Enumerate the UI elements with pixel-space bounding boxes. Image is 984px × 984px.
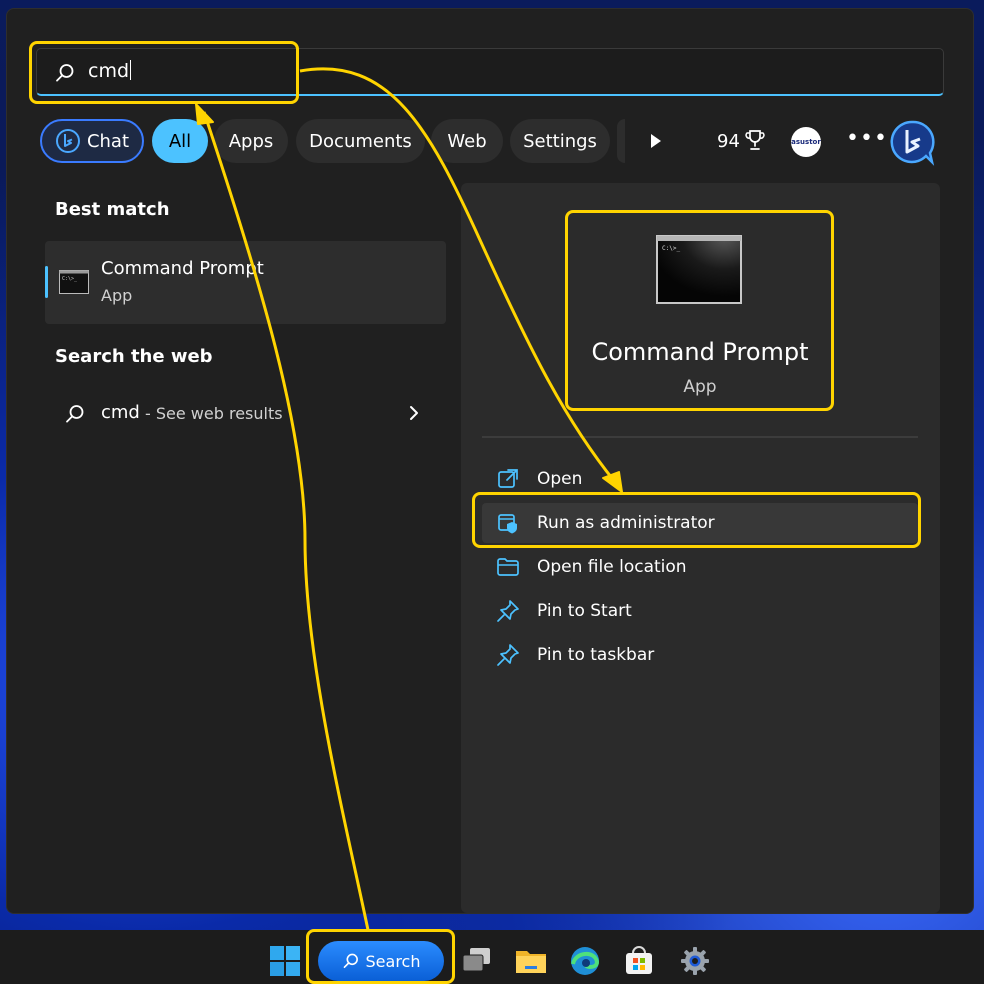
detail-app-name: Command Prompt	[591, 338, 809, 366]
svg-text:C:\>_: C:\>_	[662, 245, 680, 252]
task-view-icon[interactable]	[460, 944, 494, 978]
best-match-heading: Best match	[55, 199, 170, 220]
avatar[interactable]: asustor	[791, 127, 821, 157]
search-query-text[interactable]: cmd	[88, 60, 132, 82]
tab-overflow[interactable]	[617, 119, 625, 163]
chevron-right-icon[interactable]	[406, 404, 422, 422]
microsoft-store-icon[interactable]	[622, 944, 656, 978]
bing-chat-icon	[55, 129, 80, 153]
selection-indicator	[45, 266, 48, 298]
tab-all[interactable]: All	[152, 119, 208, 163]
settings-gear-icon[interactable]	[678, 944, 712, 978]
search-icon	[343, 953, 358, 969]
best-match-name: Command Prompt	[101, 258, 264, 279]
command-prompt-icon: C:\>_	[59, 270, 89, 294]
tab-web-label: Web	[447, 130, 487, 152]
tab-documents[interactable]: Documents	[296, 119, 425, 163]
pin-icon	[497, 600, 519, 622]
shield-admin-icon	[498, 514, 517, 534]
action-pin-to-start-label: Pin to Start	[537, 601, 632, 621]
tab-settings-label: Settings	[523, 130, 597, 152]
best-match-type: App	[101, 286, 133, 305]
trophy-icon[interactable]	[744, 128, 766, 152]
action-open-file-location-label: Open file location	[537, 557, 687, 577]
web-search-suffix: - See web results	[145, 404, 283, 423]
taskbar-search-label: Search	[365, 951, 421, 971]
rewards-points[interactable]: 94	[717, 131, 740, 152]
detail-app-type: App	[683, 377, 717, 397]
search-the-web-heading: Search the web	[55, 346, 213, 367]
search-input[interactable]	[36, 48, 944, 96]
tab-apps[interactable]: Apps	[214, 119, 288, 163]
action-run-as-administrator-label: Run as administrator	[537, 513, 715, 533]
tab-chat-label: Chat	[86, 130, 130, 152]
tab-settings[interactable]: Settings	[510, 119, 610, 163]
windows-start-icon[interactable]	[270, 946, 300, 976]
tab-web[interactable]: Web	[431, 119, 503, 163]
open-external-icon	[498, 469, 518, 488]
best-match-item[interactable]	[45, 241, 446, 324]
tab-chat[interactable]: Chat	[40, 119, 144, 163]
tab-apps-label: Apps	[228, 130, 274, 152]
folder-icon	[497, 558, 519, 576]
more-options-icon[interactable]: •••	[846, 126, 888, 151]
search-icon	[66, 405, 84, 423]
web-search-term[interactable]: cmd	[101, 402, 140, 423]
edge-browser-icon[interactable]	[568, 944, 602, 978]
pin-icon	[497, 644, 519, 666]
command-prompt-large-icon: C:\>_	[656, 235, 742, 304]
taskbar-search-button[interactable]: Search	[318, 941, 444, 981]
tab-documents-label: Documents	[309, 130, 412, 152]
divider	[482, 436, 918, 438]
bing-icon[interactable]	[888, 118, 936, 166]
play-icon[interactable]	[644, 130, 666, 152]
file-explorer-icon[interactable]	[514, 944, 548, 978]
action-open-label: Open	[537, 469, 583, 489]
tab-all-label: All	[168, 130, 192, 152]
svg-text:C:\>_: C:\>_	[62, 276, 78, 282]
action-pin-to-taskbar-label: Pin to taskbar	[537, 645, 655, 665]
search-icon	[56, 64, 74, 82]
text-caret	[130, 60, 132, 80]
